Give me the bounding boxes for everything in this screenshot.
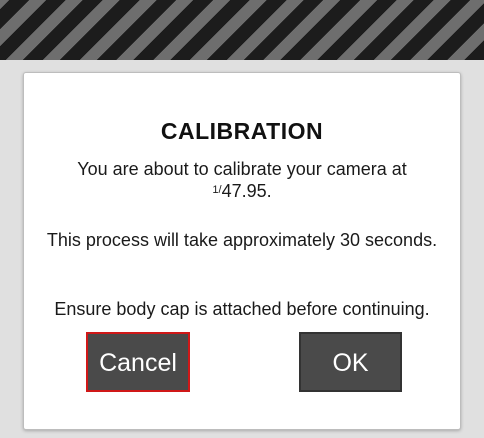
shutter-speed-value: 1/47.95. [40, 180, 444, 202]
shutter-speed-numerator: 1/ [212, 184, 222, 196]
calibration-message-text: You are about to calibrate your camera a… [77, 159, 407, 179]
ok-button[interactable]: OK [299, 332, 402, 392]
shutter-speed-denominator: 47.95. [221, 181, 272, 201]
dialog-title: CALIBRATION [160, 118, 324, 144]
body-cap-warning: Ensure body cap is attached before conti… [54, 299, 430, 319]
hazard-stripe-header [0, 0, 484, 60]
calibration-message: You are about to calibrate your camera a… [40, 158, 444, 202]
cancel-button[interactable]: Cancel [86, 332, 190, 392]
duration-message: This process will take approximately 30 … [46, 230, 438, 250]
